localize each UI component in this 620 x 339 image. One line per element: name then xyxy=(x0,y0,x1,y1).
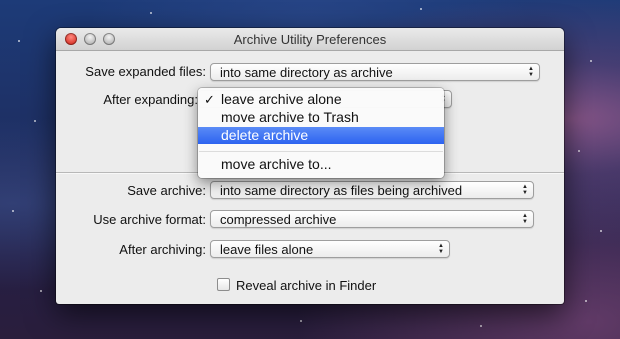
menu-item-move-archive-to-trash[interactable]: move archive to Trash xyxy=(198,109,444,126)
after-expanding-label: After expanding: xyxy=(103,92,198,107)
up-down-arrows-icon: ▲▼ xyxy=(528,66,534,78)
after-archiving-label: After archiving: xyxy=(119,242,206,257)
menu-item-delete-archive[interactable]: delete archive xyxy=(198,127,444,144)
up-down-arrows-icon: ▲▼ xyxy=(522,213,528,225)
star xyxy=(578,150,580,152)
reveal-in-finder-checkbox[interactable] xyxy=(217,278,230,291)
save-expanded-popup[interactable]: into same directory as archive ▲ ▼ xyxy=(210,63,540,81)
menu-separator xyxy=(199,151,443,152)
menu-item-label: move archive to Trash xyxy=(221,109,359,125)
save-archive-popup[interactable]: into same directory as files being archi… xyxy=(210,181,534,199)
reveal-in-finder-label: Reveal archive in Finder xyxy=(236,278,377,293)
star xyxy=(34,120,36,122)
archive-format-popup[interactable]: compressed archive ▲ ▼ xyxy=(210,210,534,228)
save-archive-label: Save archive: xyxy=(127,183,206,198)
save-archive-value: into same directory as files being archi… xyxy=(220,183,463,198)
star xyxy=(12,210,14,212)
up-down-arrows-icon: ▲▼ xyxy=(438,243,444,255)
star xyxy=(150,12,152,14)
after-expanding-menu: ✓ leave archive alone move archive to Tr… xyxy=(198,88,444,178)
checkmark-icon: ✓ xyxy=(204,92,215,107)
save-expanded-value: into same directory as archive xyxy=(220,65,393,80)
title-bar[interactable]: Archive Utility Preferences xyxy=(56,28,564,51)
archive-format-value: compressed archive xyxy=(220,212,337,227)
star xyxy=(585,300,587,302)
after-archiving-popup[interactable]: leave files alone ▲ ▼ xyxy=(210,240,450,258)
menu-item-label: delete archive xyxy=(221,127,309,143)
save-expanded-label: Save expanded files: xyxy=(85,64,206,79)
up-down-arrows-icon: ▲▼ xyxy=(522,184,528,196)
window-title: Archive Utility Preferences xyxy=(233,32,387,47)
star xyxy=(18,40,20,42)
star xyxy=(590,60,592,62)
star xyxy=(420,8,422,10)
menu-item-label: leave archive alone xyxy=(221,91,342,107)
star xyxy=(480,325,482,327)
star xyxy=(300,320,302,322)
reveal-in-finder-row[interactable]: Reveal archive in Finder xyxy=(217,278,376,293)
menu-item-move-archive-to[interactable]: move archive to... xyxy=(198,156,444,173)
star xyxy=(600,230,602,232)
archive-format-label: Use archive format: xyxy=(93,212,206,227)
star xyxy=(40,290,42,292)
menu-item-leave-archive-alone[interactable]: ✓ leave archive alone xyxy=(198,91,444,108)
after-archiving-value: leave files alone xyxy=(220,242,314,257)
menu-item-label: move archive to... xyxy=(221,156,332,172)
